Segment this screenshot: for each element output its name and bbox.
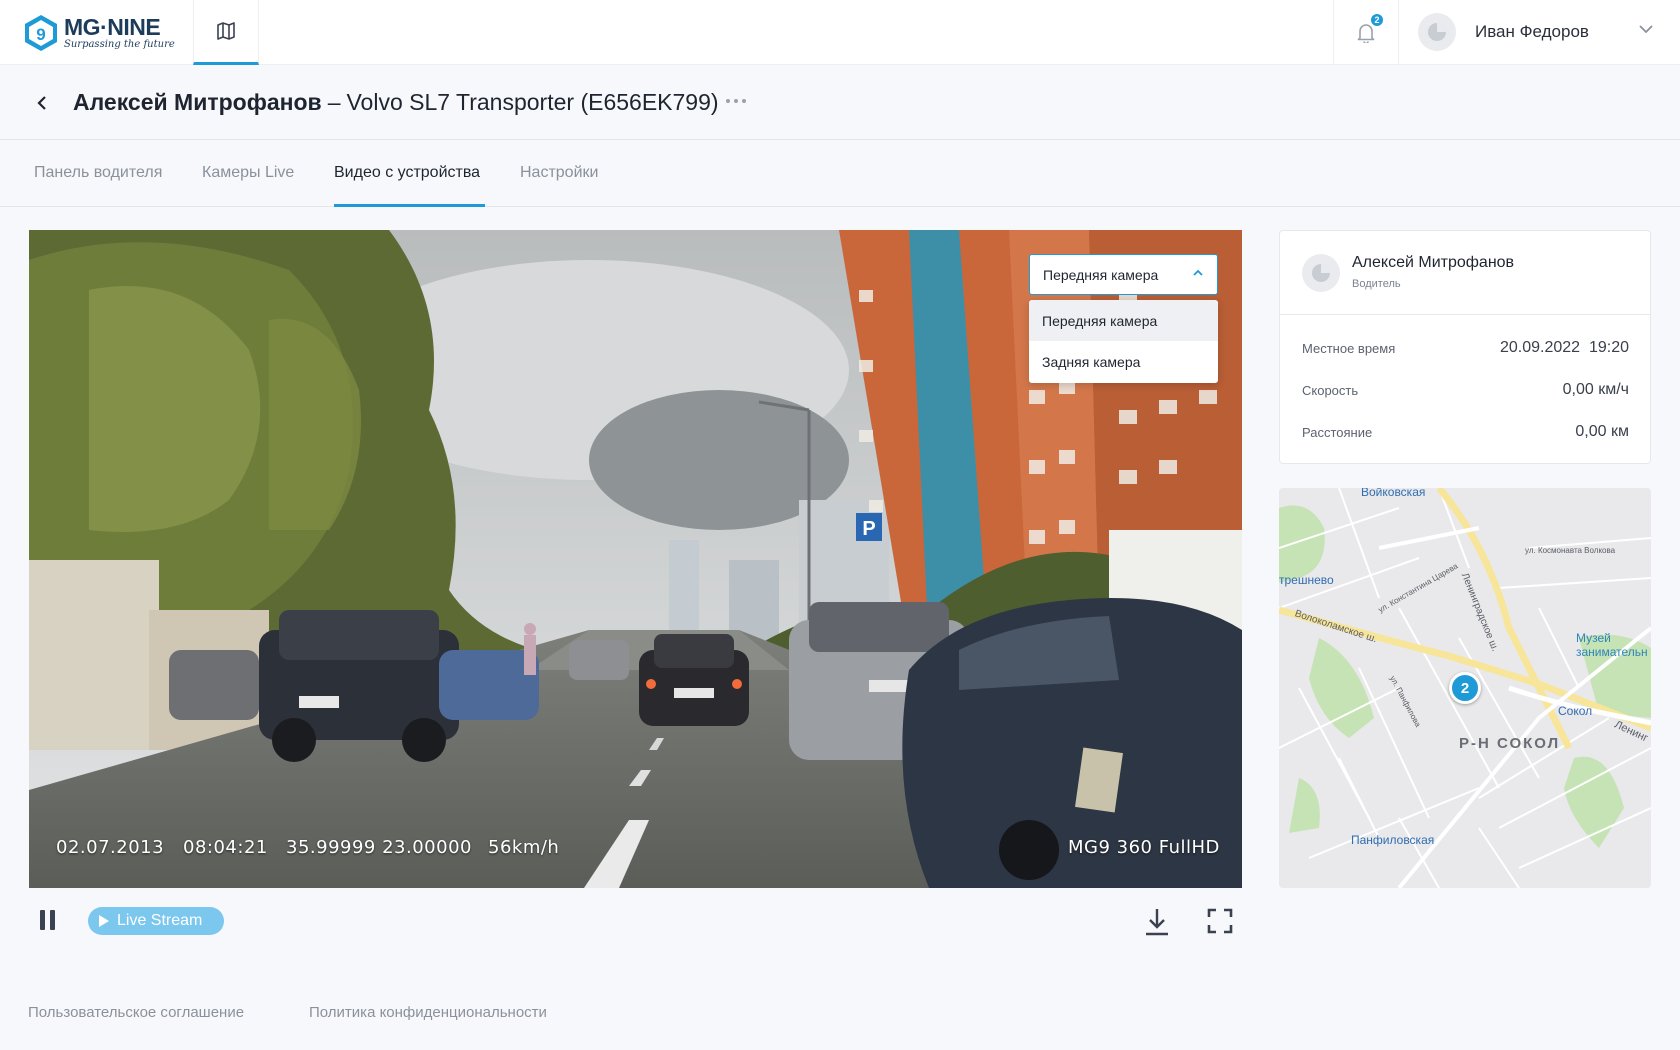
osd-time: 08:04:21 [183,837,268,858]
tab-device-video[interactable]: Видео с устройства [334,164,480,182]
back-button[interactable] [30,91,54,115]
camera-dropdown-menu: Передняя камера Задняя камера [1029,300,1218,383]
map-metro-voykovskaya: Войковская [1361,488,1426,499]
pause-icon [50,910,55,930]
avatar-placeholder-icon [1312,264,1330,282]
logo-name: MG·NINE [64,14,161,40]
page-title-vehicle: Volvo SL7 Transporter (E656EK799) [346,89,719,115]
tab-cameras-live[interactable]: Камеры Live [202,164,294,182]
live-stream-button[interactable]: Live Stream [88,907,224,935]
map-road-kosmonavta: ул. Космонавта Волкова [1525,546,1616,555]
map-metro-left: трешнево [1279,573,1334,587]
fullscreen-icon[interactable] [1207,908,1233,934]
avatar [1418,13,1456,51]
privacy-link[interactable]: Политика конфиденциональности [309,1004,547,1021]
osd-device-label: MG9 360 FullHD [1068,837,1220,858]
driver-role: Водитель [1352,278,1401,290]
driver-info-card: Алексей Митрофанов Водитель Местное врем… [1279,230,1651,464]
notifications-badge: 2 [1370,13,1384,27]
driver-info-header: Алексей Митрофанов Водитель [1280,231,1650,315]
avatar-placeholder-icon [1428,23,1446,41]
user-name: Иван Федоров [1475,22,1589,41]
svg-text:9: 9 [36,25,45,44]
logo[interactable]: 9 MG·NINE Surpassing the future [22,14,175,52]
chevron-down-icon[interactable] [1638,24,1654,34]
chevron-up-icon [1193,269,1203,276]
terms-link[interactable]: Пользовательское соглашение [28,1004,244,1021]
camera-select-value: Передняя камера [1043,266,1159,283]
page-header: Алексей Митрофанов – Volvo SL7 Transporter… [0,65,1680,140]
top-bar: 9 MG·NINE Surpassing the future 2 Иван Ф… [0,0,1680,65]
camera-option-front[interactable]: Передняя камера [1029,300,1218,341]
page-title-driver: Алексей Митрофанов [73,89,322,115]
logo-icon: 9 [25,15,57,51]
info-label: Местное время [1302,341,1396,356]
map-icon [217,22,235,40]
notifications-button[interactable]: 2 [1333,0,1399,65]
more-options-button[interactable] [726,99,746,103]
camera-select[interactable]: Передняя камера [1029,254,1218,295]
map-nav-button[interactable] [193,0,259,65]
live-stream-label: Live Stream [117,912,203,929]
osd-speed: 56km/h [488,837,560,858]
page-title: Алексей Митрофанов – Volvo SL7 Transporter… [73,89,719,116]
map-metro-panfilovskaya: Панфиловская [1351,833,1435,847]
info-value: 20.09.2022 19:20 [1499,339,1629,356]
info-label: Расстояние [1302,425,1373,440]
page-title-separator: – [327,89,341,115]
avatar [1302,254,1340,292]
dot-icon [726,99,730,103]
dot-icon [742,99,746,103]
info-value: 0,00 км [1575,423,1629,440]
osd-date: 02.07.2013 [56,837,165,858]
osd-coordinates: 35.99999 23.00000 [286,837,472,858]
pause-icon [40,910,45,930]
svg-text:P: P [862,518,875,540]
tab-bar: Панель водителя Камеры Live Видео с устр… [0,140,1680,207]
info-row-distance: Расстояние 0,00 км [1302,423,1629,443]
chevron-left-icon [37,96,46,110]
info-label: Скорость [1302,383,1359,398]
map-widget[interactable]: Войковская трешнево Сокол Панфиловская Р… [1279,488,1651,888]
user-menu[interactable]: Иван Федоров [1418,12,1589,52]
play-icon [99,915,109,927]
map-district-label: Р-Н СОКОЛ [1459,735,1561,752]
info-value: 0,00 км/ч [1562,381,1629,398]
info-row-local-time: Местное время 20.09.2022 19:20 [1302,339,1629,359]
map-metro-sokol: Сокол [1558,704,1593,718]
download-icon[interactable] [1143,907,1171,937]
pause-button[interactable] [40,910,60,932]
map-poi-museum: Музей занимательн [1576,631,1648,659]
camera-option-rear[interactable]: Задняя камера [1029,341,1218,382]
logo-tagline: Surpassing the future [64,39,175,50]
map-cluster-marker[interactable]: 2 [1449,672,1481,704]
tab-settings[interactable]: Настройки [520,164,598,182]
info-row-speed: Скорость 0,00 км/ч [1302,381,1629,401]
driver-name: Алексей Митрофанов [1352,254,1515,271]
tab-driver-panel[interactable]: Панель водителя [34,164,162,182]
active-tab-indicator [334,204,485,207]
dot-icon [734,99,738,103]
